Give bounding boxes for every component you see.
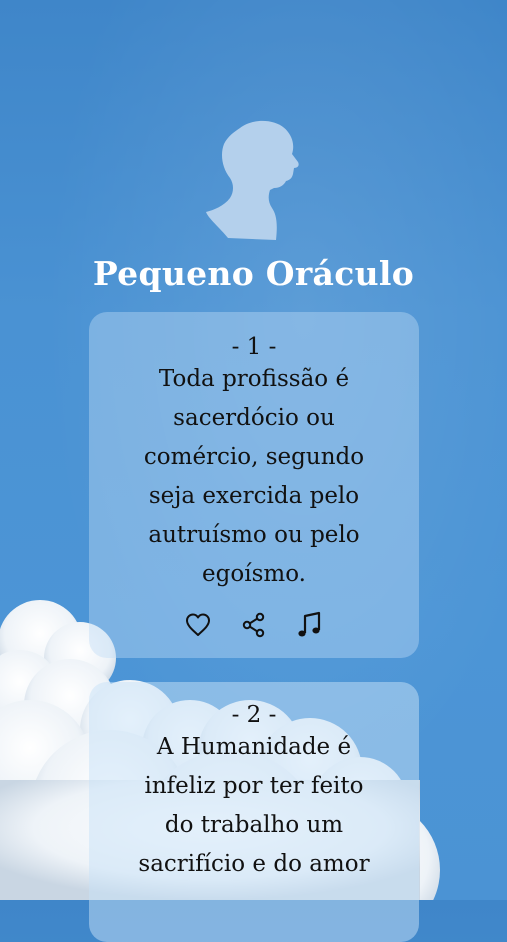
heart-icon [186,613,210,636]
audio-button[interactable] [293,610,327,640]
like-button[interactable] [181,610,215,640]
app-title: Pequeno Oráculo [92,254,415,293]
quote-line: do trabalho um [164,812,344,838]
portrait-silhouette-icon [200,118,306,242]
quote-line: comércio, segundo [143,444,365,470]
quote-line: seja exercida pelo [148,483,360,509]
quote-number: - 2 - [231,702,277,728]
share-button[interactable] [237,610,271,640]
quote-line: sacrifício e do amor [138,851,370,877]
music-note-icon [298,611,321,637]
quote-line: autruísmo ou pelo [148,522,360,548]
quote-line: infeliz por ter feito [144,773,364,799]
quote-card: - 2 - A Humanidade é infeliz por ter fei… [89,682,419,942]
quote-actions [89,610,419,640]
share-icon [242,612,265,638]
quote-line: A Humanidade é [156,734,352,760]
quote-text: Toda profissão é sacerdócio ou comércio,… [89,360,419,594]
quote-line: sacerdócio ou [173,405,335,431]
quote-text: A Humanidade é infeliz por ter feito do … [89,728,419,884]
quote-card: - 1 - Toda profissão é sacerdócio ou com… [89,312,419,658]
quote-line: Toda profissão é [158,366,350,392]
quote-number: - 1 - [231,334,277,360]
quote-line: egoísmo. [202,561,306,587]
